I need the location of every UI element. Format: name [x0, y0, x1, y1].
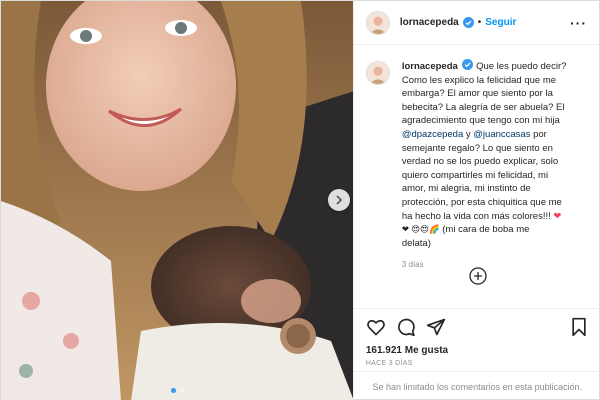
follow-button[interactable]: Seguir	[485, 17, 516, 28]
caption-line: (mi cara de boba me	[439, 224, 530, 236]
caption: lornacepeda Que les puedo decir? Como le…	[365, 59, 591, 272]
caption-line: verdad no se los puedo explicar, solo	[401, 156, 559, 168]
caption-line: quiero compartirles mi felicidad, mi	[401, 169, 549, 181]
emoji-line: ❤ 😍😍🌈	[401, 224, 440, 235]
likes-count[interactable]: 161.921 Me gusta	[366, 345, 589, 356]
photo-image	[1, 1, 353, 400]
caption-line: por	[530, 128, 547, 140]
post-photo[interactable]	[1, 1, 353, 400]
bookmark-icon[interactable]	[569, 317, 589, 337]
carousel-dot-active	[170, 388, 176, 393]
verified-badge-icon	[462, 17, 474, 28]
caption-line: amor, mi alegria, mi instinto de	[401, 183, 531, 195]
share-icon[interactable]	[426, 317, 446, 337]
caption-line: embarga? El amor que siento por la	[401, 88, 553, 100]
mention-link[interactable]: @dpazcepeda	[402, 129, 463, 140]
post-timestamp: HACE 3 DÍAS	[365, 360, 413, 367]
plus-circle-icon[interactable]	[468, 266, 488, 286]
verified-badge-icon	[462, 59, 474, 70]
comment-icon[interactable]	[396, 317, 416, 337]
separator: •	[477, 17, 482, 28]
caption-line: ha hecho la vida con más colores!!!	[401, 210, 551, 222]
mention-joiner: y	[463, 128, 474, 140]
heart-emoji: ❤	[553, 210, 562, 222]
more-options-button[interactable]: ···	[570, 15, 587, 31]
instagram-post: lornacepeda • Seguir ··· lornacepeda Que…	[0, 0, 600, 400]
carousel-dot	[179, 388, 185, 393]
comments-limited-notice: Se han limitado los comentarios en esta …	[353, 371, 600, 400]
action-icons	[366, 313, 589, 341]
caption-username[interactable]: lornacepeda	[402, 61, 458, 72]
caption-line: protección, por esta chiquitica que me	[401, 196, 562, 208]
post-header: lornacepeda • Seguir ···	[353, 1, 599, 45]
avatar[interactable]	[365, 10, 390, 35]
caption-line: Como les explico la felicidad que me	[401, 74, 557, 86]
chevron-right-icon	[336, 195, 343, 205]
caption-time-ago: 3 días	[401, 260, 424, 270]
caption-line: agradecimiento que tengo con mi hija	[401, 115, 560, 127]
mention-link[interactable]: @juanccasas	[473, 129, 530, 140]
caption-line: Que les puedo decir?	[476, 61, 567, 72]
next-slide-button[interactable]	[328, 189, 350, 211]
carousel-indicators	[1, 388, 353, 393]
caption-text: lornacepeda Que les puedo decir? Como le…	[402, 59, 591, 272]
username[interactable]: lornacepeda	[400, 17, 459, 28]
post-actions: 161.921 Me gusta HACE 3 DÍAS	[353, 308, 600, 367]
post-side-panel: lornacepeda • Seguir ··· lornacepeda Que…	[352, 1, 600, 400]
caption-avatar[interactable]	[365, 61, 390, 85]
heart-icon[interactable]	[366, 317, 386, 337]
caption-line: semejante regalo? Lo que siento en	[401, 142, 553, 154]
caption-line: delata)	[401, 237, 431, 249]
caption-line: bebecita? La alegría de ser abuela? El	[401, 101, 565, 113]
